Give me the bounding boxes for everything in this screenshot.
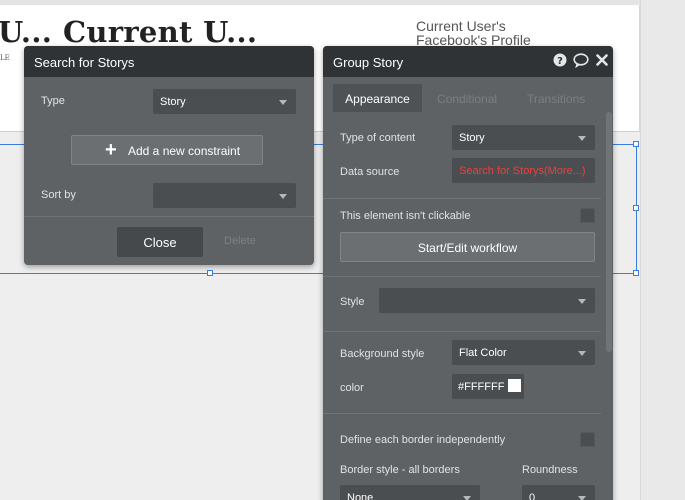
type-of-content-dropdown[interactable]: Story: [452, 125, 595, 150]
start-edit-workflow-button[interactable]: Start/Edit workflow: [340, 232, 595, 262]
type-of-content-label: Type of content: [340, 132, 416, 144]
color-value: #FFFFFF: [458, 381, 505, 393]
close-button-label: Close: [143, 235, 177, 250]
not-clickable-label: This element isn't clickable: [340, 210, 471, 222]
data-source-label: Data source: [340, 166, 400, 178]
data-source-field[interactable]: Search for Storys(More...): [452, 158, 595, 183]
add-constraint-label: Add a new constraint: [128, 144, 241, 158]
close-icon[interactable]: [596, 54, 608, 66]
type-dropdown-value: Story: [160, 96, 186, 108]
data-source-value: Search for Storys(More...): [459, 165, 586, 177]
chevron-down-icon: [578, 299, 586, 304]
help-icon[interactable]: ?: [553, 53, 567, 67]
chevron-down-icon: [279, 100, 287, 105]
divider: [323, 331, 601, 332]
workflow-button-label: Start/Edit workflow: [417, 241, 518, 255]
chevron-down-icon: [578, 136, 586, 141]
svg-text:?: ?: [557, 56, 563, 67]
style-dropdown[interactable]: [379, 288, 595, 313]
plus-icon: +: [105, 139, 117, 161]
tab-appearance[interactable]: Appearance: [333, 84, 422, 112]
color-swatch[interactable]: [508, 379, 521, 392]
group-story-panel: Group Story ? Appearance Conditional Tra…: [323, 46, 613, 500]
border-independent-label: Define each border independently: [340, 434, 506, 446]
border-style-dropdown[interactable]: None: [340, 485, 480, 500]
sort-by-label: Sort by: [41, 189, 76, 201]
divider: [323, 413, 601, 414]
resize-handle-bottom-right[interactable]: [633, 270, 639, 276]
close-button[interactable]: Close: [117, 227, 203, 257]
tab-bar: Appearance Conditional Transitions: [323, 77, 613, 112]
page-edge: [640, 0, 685, 500]
resize-handle-bottom[interactable]: [207, 270, 213, 276]
roundness-input[interactable]: 0: [522, 485, 595, 500]
chevron-down-icon: [279, 194, 287, 199]
add-constraint-button[interactable]: + Add a new constraint: [71, 135, 263, 165]
type-of-content-value: Story: [459, 132, 485, 144]
chevron-down-icon: [463, 496, 471, 500]
tab-conditional[interactable]: Conditional: [437, 84, 517, 112]
resize-handle-top-right[interactable]: [633, 141, 639, 147]
style-label: Style: [340, 296, 365, 308]
search-panel-title: Search for Storys: [34, 55, 135, 70]
title-text-main[interactable]: Current U...: [63, 15, 257, 49]
roundness-value: 0: [529, 492, 536, 500]
panel-scrollbar[interactable]: [606, 112, 612, 352]
tab-transitions[interactable]: Transitions: [527, 84, 607, 112]
group-panel-title: Group Story: [333, 55, 404, 70]
type-dropdown[interactable]: Story: [153, 89, 296, 114]
border-style-value: None: [347, 492, 374, 500]
border-independent-checkbox[interactable]: [580, 432, 595, 447]
not-clickable-checkbox[interactable]: [580, 208, 595, 223]
divider: [323, 198, 601, 199]
delete-button[interactable]: Delete: [224, 235, 256, 247]
divider: [323, 276, 601, 277]
tiny-text: LE: [0, 54, 10, 62]
chevron-down-icon: [578, 496, 586, 500]
roundness-label: Roundness: [522, 464, 578, 476]
background-style-value: Flat Color: [459, 347, 507, 359]
background-style-label: Background style: [340, 348, 425, 360]
type-label: Type: [41, 95, 65, 107]
border-style-label: Border style - all borders: [340, 464, 460, 476]
color-label: color: [340, 382, 364, 394]
search-panel: Search for Storys Type Story + Add a new…: [24, 46, 314, 265]
appearance-tab-content: Type of content Story Data source Search…: [323, 112, 613, 500]
group-panel-header[interactable]: Group Story: [323, 46, 613, 77]
background-style-dropdown[interactable]: Flat Color: [452, 340, 595, 365]
comment-icon[interactable]: [573, 53, 589, 68]
divider: [24, 216, 314, 217]
title-text-left[interactable]: U...: [0, 15, 52, 49]
color-picker[interactable]: #FFFFFF: [452, 374, 524, 399]
search-panel-header[interactable]: Search for Storys: [24, 46, 314, 77]
resize-handle-right[interactable]: [633, 205, 639, 211]
sort-by-dropdown[interactable]: [153, 183, 296, 208]
chevron-down-icon: [578, 351, 586, 356]
